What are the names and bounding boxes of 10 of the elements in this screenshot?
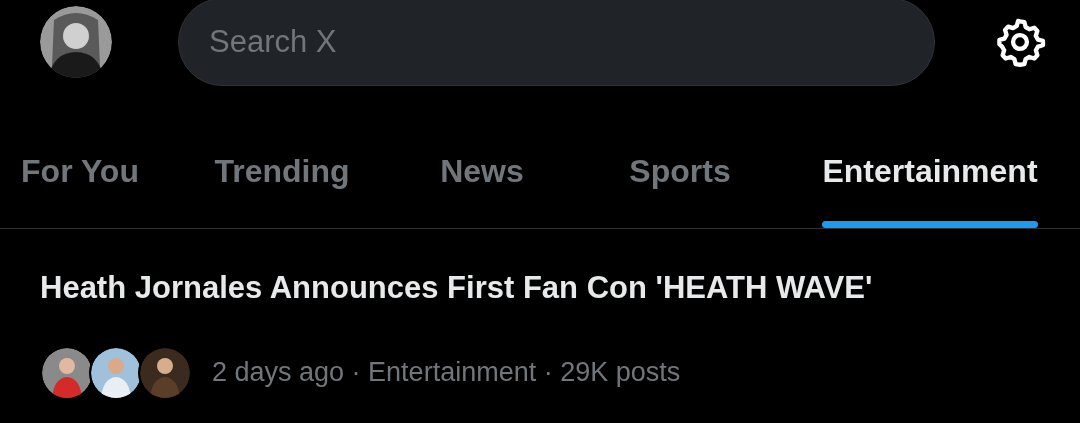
- profile-avatar[interactable]: [40, 6, 112, 78]
- tab[interactable]: Trending: [160, 86, 404, 228]
- tab[interactable]: Sports: [560, 86, 800, 228]
- trend-headline[interactable]: Heath Jornales Announces First Fan Con 'HEATH WAVE': [40, 265, 1040, 312]
- trend-meta: 2 days ago · Entertainment · 29K posts: [212, 356, 681, 390]
- settings-icon[interactable]: [994, 16, 1046, 68]
- search-field[interactable]: Search X: [178, 0, 935, 86]
- tab[interactable]: For You: [0, 86, 160, 228]
- tab[interactable]: News: [404, 86, 560, 228]
- tab[interactable]: Entertainment: [800, 86, 1060, 228]
